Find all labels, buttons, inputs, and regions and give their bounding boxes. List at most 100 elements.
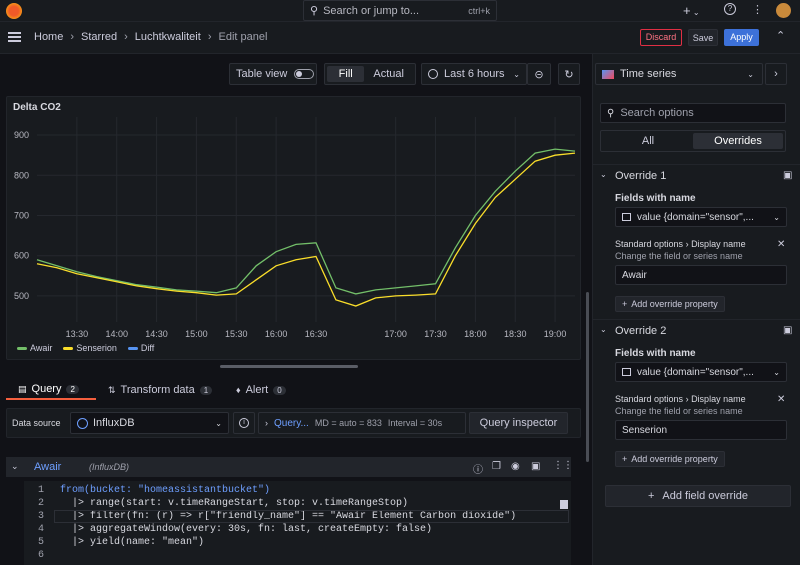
field-matcher-select[interactable]: value {domain="sensor",... ⌄: [615, 207, 787, 227]
display-name-input[interactable]: Senserion: [615, 420, 787, 440]
visualization-picker[interactable]: Time series ⌄: [595, 63, 763, 85]
code-editor[interactable]: 1 2 3 4 5 6 from(bucket: "homeassistantbucket…: [24, 481, 571, 565]
query-options-button[interactable]: › Query... MD = auto = 833 Interval = 30…: [258, 412, 466, 434]
table-view-toggle[interactable]: Table view: [229, 63, 317, 85]
tab-overrides[interactable]: Overrides: [693, 133, 783, 149]
field-value: value {domain="sensor",...: [637, 211, 754, 223]
transform-icon: ⇅: [108, 384, 116, 395]
apply-button[interactable]: Apply: [724, 29, 759, 46]
collapse-icon[interactable]: ⌃: [776, 29, 785, 42]
x-tick-label: 15:00: [185, 329, 208, 339]
chevron-down-icon[interactable]: ⌄: [600, 325, 607, 334]
discard-button[interactable]: Discard: [640, 29, 682, 46]
breadcrumb: Home › Starred › Luchtkwaliteit › Edit p…: [34, 31, 267, 43]
tab-label: Query: [31, 383, 62, 395]
add-field-override-label: Add field override: [662, 490, 749, 502]
tab-label: Transform data: [120, 384, 195, 396]
line-number: 2: [37, 498, 44, 509]
refresh-button[interactable]: ↻: [558, 63, 580, 85]
chevron-down-icon[interactable]: ⌄: [600, 170, 607, 179]
add-field-override-button[interactable]: + Add field override: [605, 485, 791, 507]
datasource-picker[interactable]: InfluxDB ⌄: [70, 412, 229, 434]
trash-icon[interactable]: ▣: [783, 170, 792, 181]
news-icon[interactable]: ⋮: [752, 3, 763, 16]
search-icon: ⚲: [607, 107, 615, 119]
add-override-property-button[interactable]: + Add override property: [615, 451, 725, 467]
legend-item-awair[interactable]: Awair: [17, 343, 52, 353]
x-tick-label: 17:00: [384, 329, 407, 339]
save-button[interactable]: Save: [688, 29, 718, 46]
trash-icon[interactable]: ▣: [531, 461, 540, 472]
trash-icon[interactable]: ▣: [783, 325, 792, 336]
shortcut-badge: ctrl+k: [468, 5, 490, 16]
fill-button[interactable]: Fill: [327, 66, 365, 82]
cursor-line-highlight: [54, 510, 569, 523]
query-row-header[interactable]: ⌄ Awair (InfluxDB) ⓘ ❐ ◉ ▣ ⋮⋮: [6, 457, 573, 477]
code-line: |> aggregateWindow(every: 30s, fn: last,…: [60, 524, 433, 535]
close-icon[interactable]: ✕: [777, 239, 785, 250]
search-placeholder: Search or jump to...: [323, 4, 420, 17]
x-tick-label: 19:00: [544, 329, 567, 339]
duplicate-icon[interactable]: ❐: [492, 461, 501, 472]
table-view-label: Table view: [236, 68, 288, 80]
tab-all[interactable]: All: [603, 135, 693, 147]
tab-transform[interactable]: ⇅ Transform data 1: [96, 380, 224, 400]
std-label: Standard options: [615, 239, 684, 249]
legend-item-diff[interactable]: Diff: [127, 343, 154, 353]
toggle-switch[interactable]: [294, 69, 315, 79]
actual-button[interactable]: Actual: [364, 68, 413, 80]
code-line: from(bucket: "homeassistantbucket"): [60, 485, 271, 496]
scrollbar[interactable]: [586, 292, 589, 462]
tab-alert[interactable]: ♦ Alert 0: [224, 380, 304, 400]
drag-handle-icon[interactable]: ⋮⋮: [553, 460, 573, 471]
breadcrumb-current: Edit panel: [218, 31, 268, 43]
eye-icon[interactable]: ◉: [511, 461, 520, 472]
chevron-right-icon: ›: [124, 31, 128, 43]
collapse-chevron-icon[interactable]: ⌄: [11, 461, 19, 472]
search-bar[interactable]: ⚲ Search or jump to... ctrl+k: [303, 0, 497, 21]
resize-handle[interactable]: [220, 365, 358, 368]
query-inspector-button[interactable]: Query inspector: [469, 412, 568, 434]
query-name[interactable]: Awair: [34, 461, 61, 473]
minimap-icon: [560, 500, 568, 509]
search-options-input[interactable]: ⚲ Search options: [600, 103, 786, 123]
override-title[interactable]: Override 1: [615, 170, 666, 182]
time-range-picker[interactable]: Last 6 hours ⌄: [421, 63, 527, 85]
close-options-button[interactable]: ›: [765, 63, 787, 85]
help-icon[interactable]: ⓘ: [473, 461, 483, 476]
field-matcher-select[interactable]: value {domain="sensor",... ⌄: [615, 362, 787, 382]
chevron-right-icon: ›: [207, 31, 212, 43]
x-tick-label: 18:00: [464, 329, 487, 339]
legend-swatch-senserion: [63, 347, 74, 351]
property-path: Standard options › Display name: [615, 239, 746, 249]
add-prop-label: Add override property: [631, 454, 718, 464]
plus-icon: +: [683, 3, 691, 18]
tab-query[interactable]: ▤ Query 2: [6, 380, 96, 400]
close-icon[interactable]: ✕: [777, 394, 785, 405]
override-1: ⌄ Override 1 ▣ Fields with name value {d…: [593, 164, 800, 319]
clock-icon: [428, 69, 438, 79]
x-tick-label: 13:30: [66, 329, 89, 339]
search-icon: ⚲: [310, 5, 319, 17]
zoom-out-button[interactable]: ⊝: [527, 63, 551, 85]
legend-label: Awair: [30, 343, 53, 353]
line-number: 4: [37, 524, 44, 535]
breadcrumb-starred[interactable]: Starred: [81, 31, 117, 43]
grafana-logo[interactable]: [6, 3, 22, 19]
add-menu-button[interactable]: + ⌄: [683, 3, 700, 18]
display-name-input[interactable]: Awair: [615, 265, 787, 285]
tab-count-badge: 2: [66, 384, 79, 394]
avatar[interactable]: [776, 3, 791, 18]
menu-icon[interactable]: [8, 32, 21, 42]
help-icon[interactable]: ?: [724, 3, 736, 15]
breadcrumb-bar: Home › Starred › Luchtkwaliteit › Edit p…: [0, 22, 800, 54]
breadcrumb-dashboard[interactable]: Luchtkwaliteit: [135, 31, 201, 43]
legend-item-senserion[interactable]: Senserion: [63, 343, 117, 353]
legend-swatch-awair: [17, 347, 27, 351]
breadcrumb-home[interactable]: Home: [34, 31, 63, 43]
chevron-right-icon: ›: [265, 418, 268, 428]
datasource-help-button[interactable]: i: [233, 412, 255, 434]
override-title[interactable]: Override 2: [615, 325, 666, 337]
add-override-property-button[interactable]: + Add override property: [615, 296, 725, 312]
